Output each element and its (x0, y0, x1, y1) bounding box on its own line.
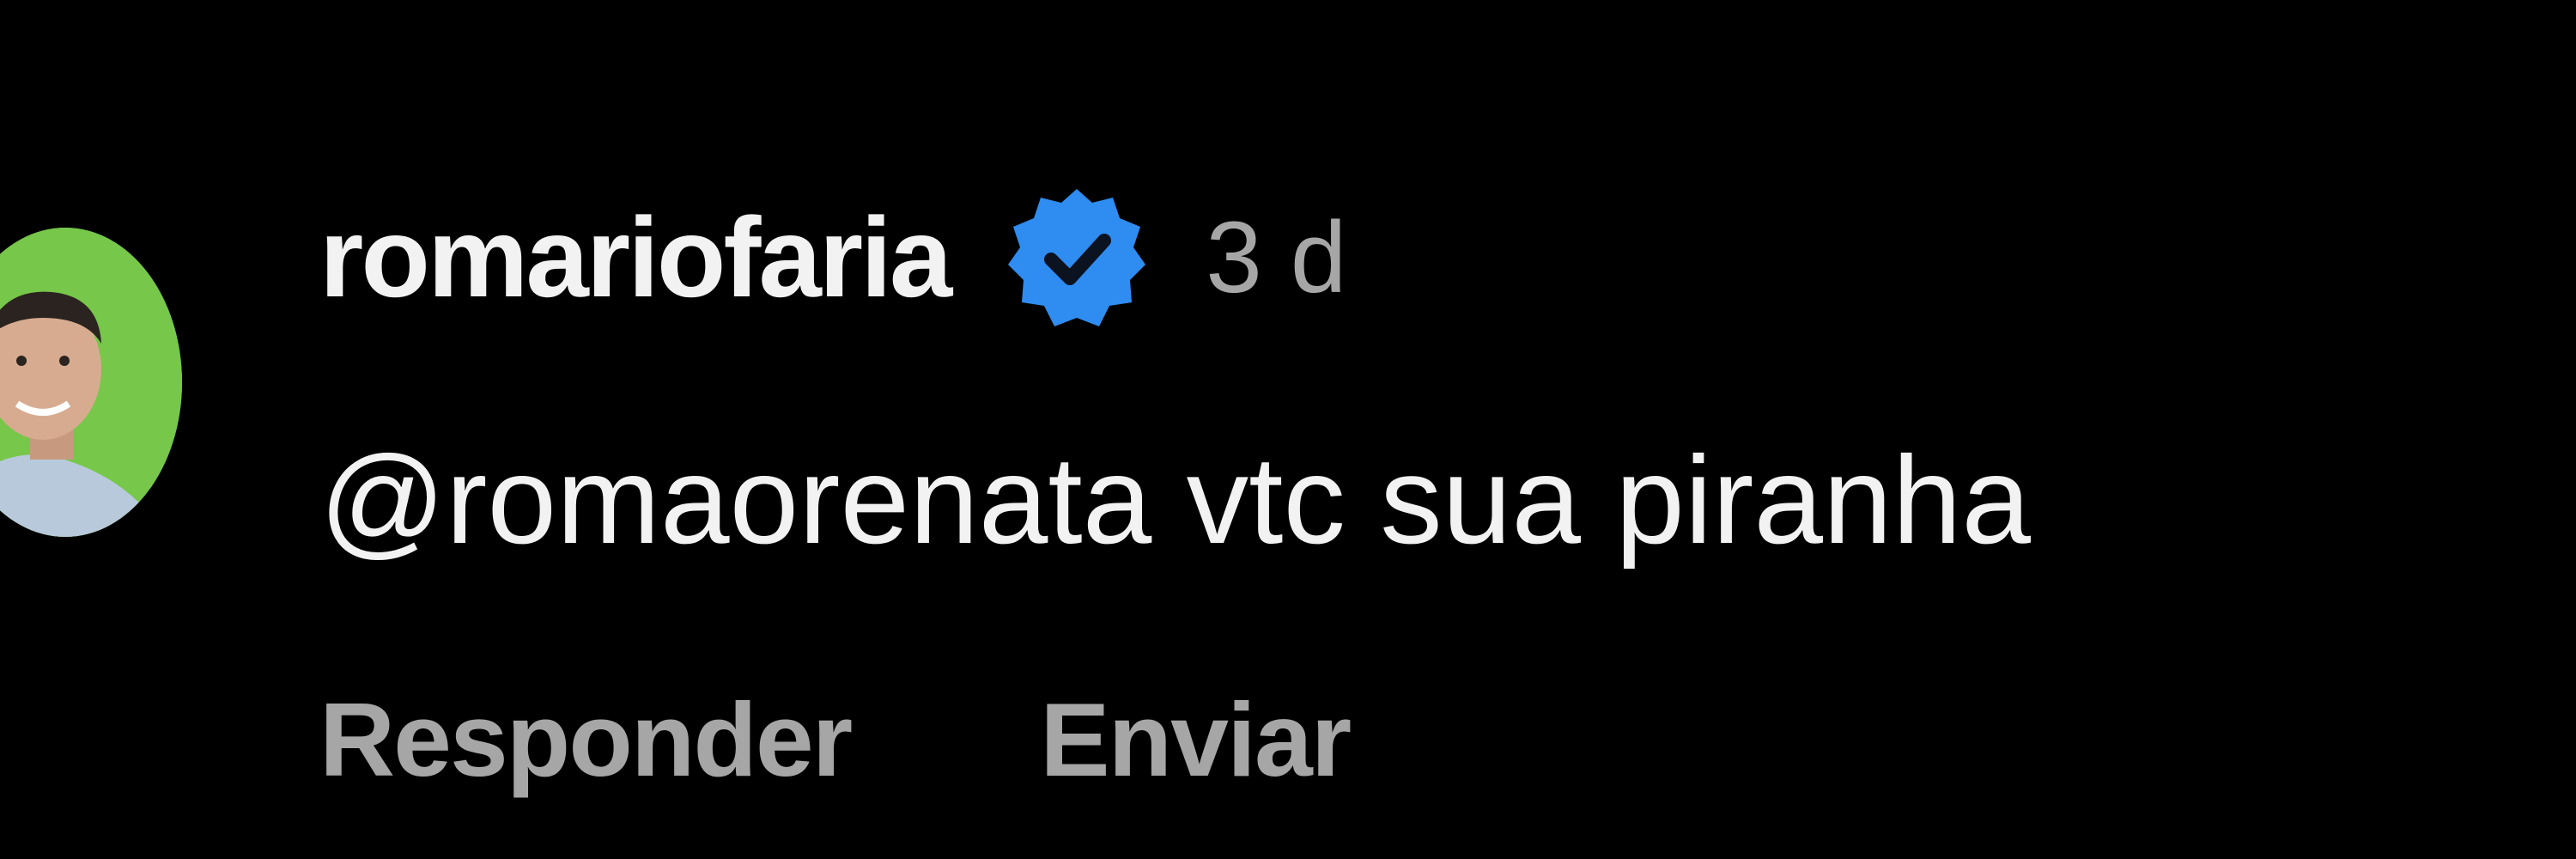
comment-actions: Responder Enviar (319, 687, 1352, 792)
comment: romariofaria 3 d @romaorenata vtc sua pi… (0, 0, 2576, 859)
send-button[interactable]: Enviar (1040, 687, 1352, 792)
avatar[interactable] (0, 228, 182, 537)
comment-header: romariofaria 3 d (319, 185, 1346, 331)
comment-message: vtc sua piranha (1151, 430, 2031, 570)
verified-badge-icon (1003, 184, 1151, 332)
timestamp: 3 d (1206, 201, 1347, 314)
reply-button[interactable]: Responder (319, 687, 853, 792)
avatar-image (0, 228, 182, 537)
username-link[interactable]: romariofaria (319, 201, 952, 314)
mention-link[interactable]: @romaorenata (319, 430, 1151, 570)
screenshot-canvas: romariofaria 3 d @romaorenata vtc sua pi… (0, 0, 2576, 859)
comment-text: @romaorenata vtc sua piranha (319, 438, 2031, 563)
